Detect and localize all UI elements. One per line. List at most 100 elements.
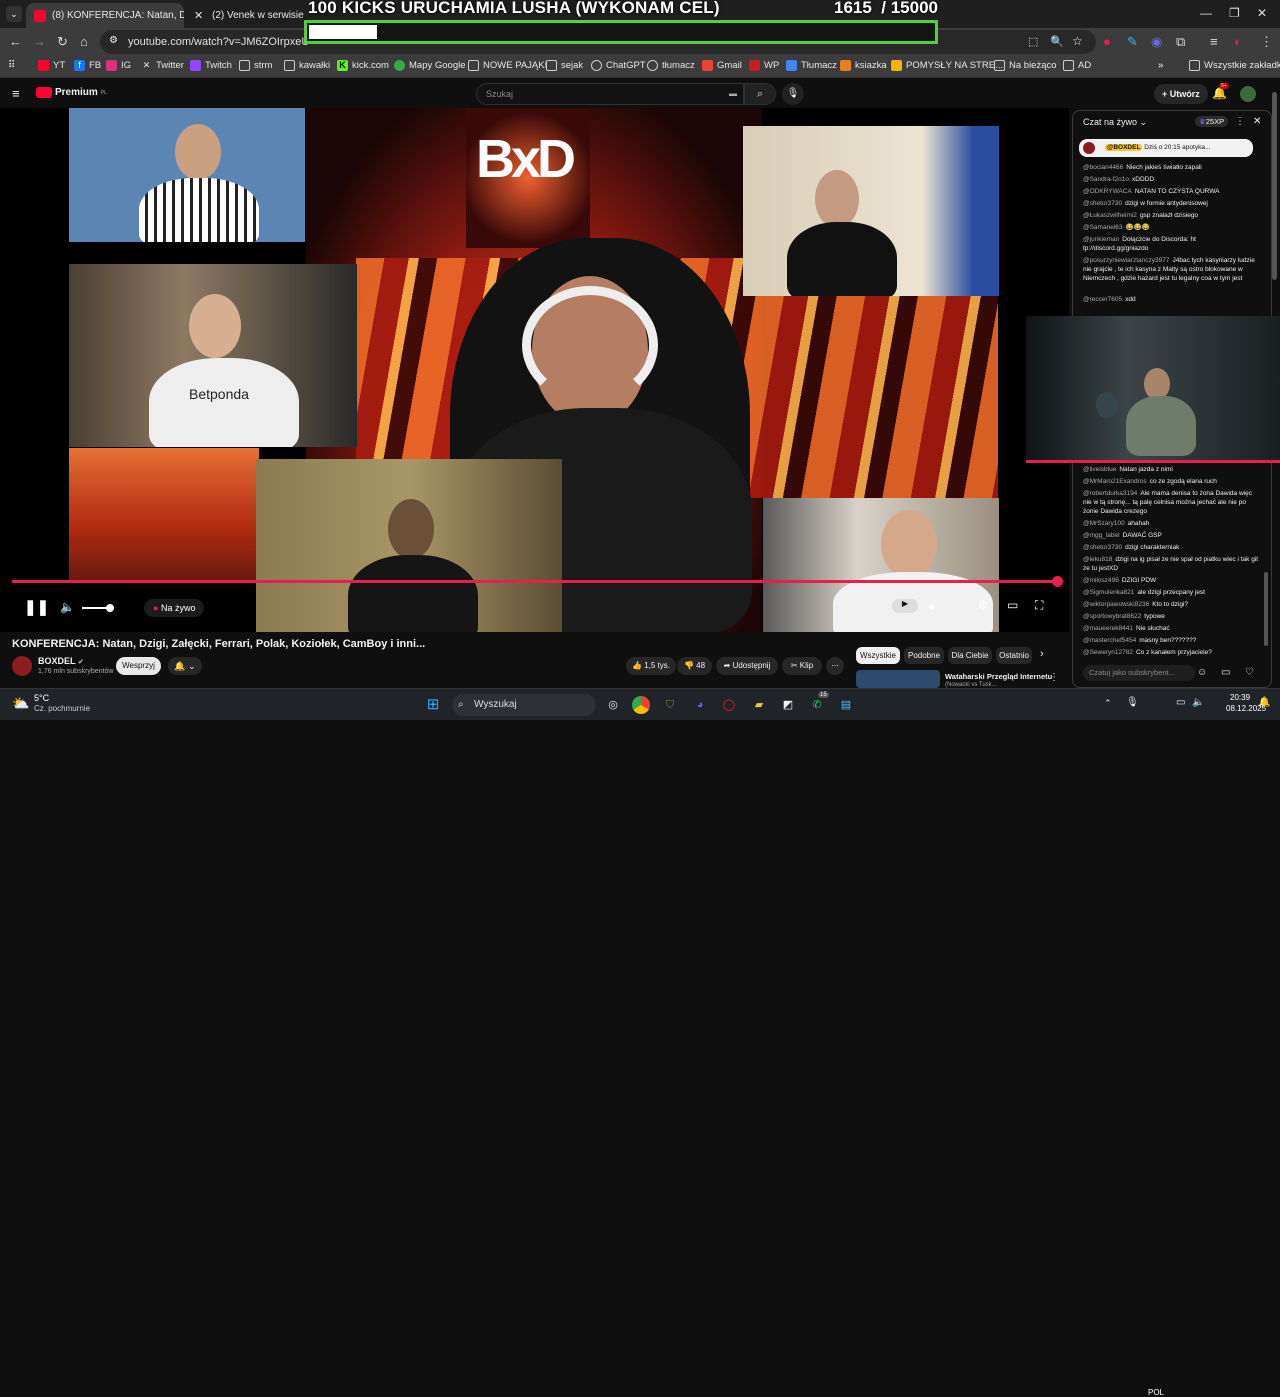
miniplayer-icon[interactable]: ▭ [1007,598,1018,612]
bookmark-star-icon[interactable]: ☆ [1072,34,1083,48]
bookmark-item[interactable]: Mapy Google [394,60,466,71]
bookmark-item[interactable]: IG [106,60,131,71]
close-window-icon[interactable]: ✕ [1257,6,1267,20]
copilot-icon[interactable]: ◎ [604,696,622,714]
forward-icon[interactable]: → [33,35,46,49]
reload-icon[interactable]: ↻ [57,35,68,49]
chat-message[interactable]: @sportowybrat8622 typowe [1083,612,1259,621]
chat-mode-dropdown[interactable]: Czat na żywo ⌄ [1083,117,1147,128]
bookmark-item[interactable]: tłumacz [647,60,695,71]
chat-message[interactable]: @Sigmulenka821 ale dzigi przecpany jest [1083,588,1259,597]
chat-message[interactable]: @reccer7605 xdd [1083,295,1259,304]
volume-icon[interactable]: 🔈 [60,600,75,614]
chat-username[interactable]: @bocian4466 [1083,164,1123,171]
clip-button[interactable]: ✂ Klip [782,657,822,675]
chat-username[interactable]: @shetor3730 [1083,544,1122,551]
recommended-menu-icon[interactable]: ⋮ [1049,672,1059,683]
settings-icon[interactable]: ⚙ [978,598,989,612]
chip-similar[interactable]: Podobne [904,647,944,664]
record-extension-icon[interactable]: ● [1103,35,1111,49]
chat-username[interactable]: @Sandra-f2o1o [1083,176,1129,183]
like-button[interactable]: 👍 1,5 tys. [626,657,676,675]
apps-icon[interactable]: ⠿ [8,60,15,71]
chat-username[interactable]: @junkieman [1083,236,1119,243]
bookmark-item[interactable]: ✕ Twitter [141,60,184,71]
bookmark-item[interactable]: strm [239,60,272,71]
chat-message[interactable]: @wiktorpawowski8236 Kto to dzigi? [1083,600,1259,609]
chat-username[interactable]: @shetor3730 [1083,200,1122,207]
chat-username[interactable]: @maueerek8441 [1083,625,1133,632]
chat-username[interactable]: @leku818 [1083,556,1112,563]
chat-message[interactable]: @shetor3730 dzigi w formie antydenisowej [1083,199,1259,208]
chat-username[interactable]: @miłosz496 [1083,577,1119,584]
chip-recent[interactable]: Ostatnio [996,647,1032,664]
chat-message[interactable]: @Seweryn12782 Co z kanałem przyjaciele? [1083,648,1259,657]
voice-search-button[interactable]: 🎙 [782,83,804,105]
share-button[interactable]: ➦ Udostępnij [716,657,778,675]
chat-username[interactable]: @wiktorpawowski8236 [1083,601,1149,608]
video-player[interactable]: BxD Betponda ❚❚ 🔈 ● Na żywo ▶ ● ⚙ ▭ ⛶ [0,108,1069,632]
whatsapp-icon[interactable]: ✆ [808,696,826,714]
pause-icon[interactable]: ❚❚ [24,598,49,616]
zoom-icon[interactable]: 🔍 [1050,35,1064,48]
xp-badge[interactable]: ♛25XP [1195,116,1229,127]
chat-username[interactable]: @masterchef5454 [1083,637,1136,644]
chat-message[interactable]: @bocian4466 Niech jakieś światło zapali [1083,163,1259,172]
clock-time[interactable]: 20:39 [1230,693,1250,702]
minimize-icon[interactable]: — [1200,6,1212,20]
chat-message[interactable]: @robertdurka3194 Ale mama denisa to żona … [1083,489,1259,516]
tab-search-icon[interactable]: ≡ [1210,35,1218,49]
chat-message[interactable]: @Łukaszwilhelmi2 gsp znalazł dzisiego [1083,211,1259,220]
pinned-message[interactable]: @BOXDEL Dziś o 20:15 apotyka... [1079,139,1253,157]
extension-icon[interactable]: ✎ [1127,35,1138,49]
dislike-button[interactable]: 👎 48 [677,657,712,675]
tray-chevron-icon[interactable]: ⌃ [1104,698,1112,709]
chip-for-you[interactable]: Dla Ciebie [948,647,992,664]
autoplay-toggle-icon[interactable]: ▶ [892,599,918,613]
more-actions-button[interactable]: ⋯ [826,657,844,675]
weather-icon[interactable]: ⛅ [12,695,29,712]
all-bookmarks[interactable]: Wszystkie zakładki [1189,60,1280,71]
chat-username[interactable]: @mgg_label [1083,532,1120,539]
bookmark-item[interactable]: POMYSŁY NA STRE... [891,60,1003,71]
bookmark-item[interactable]: Kkick.com [337,60,389,71]
network-icon[interactable]: ▭ [1176,697,1185,708]
maximize-icon[interactable]: ❐ [1229,6,1240,20]
bookmark-item[interactable]: Gmail [702,60,742,71]
chat-username[interactable]: @posurzyniewiarztanczy3977 [1083,257,1169,264]
chat-username[interactable]: @MrSzary100 [1083,520,1125,527]
bookmark-item[interactable]: NOWE PAJĄKI [468,60,547,71]
chat-username[interactable]: @Łukaszwilhelmi2 [1083,212,1137,219]
bookmark-item[interactable]: WP [749,60,779,71]
chat-username[interactable]: @liveisblue [1083,466,1116,473]
bookmark-item[interactable]: AD [1063,60,1091,71]
super-chat-icon[interactable]: ▭ [1221,667,1230,678]
chat-message[interactable]: @Sandra-f2o1o xDDDD [1083,175,1259,184]
search-input[interactable]: Szukaj ▬ [476,83,744,105]
opera-icon[interactable]: ◯ [720,696,738,714]
chat-message[interactable]: @Samanei63 😂😂😂 [1083,223,1259,232]
bookmark-item[interactable]: ksiazka [840,60,887,71]
chat-close-icon[interactable]: ✕ [1253,116,1261,127]
recommended-title[interactable]: Wataharski Przegląd Internetu [945,672,1052,681]
volume-knob[interactable] [106,604,114,612]
chat-message[interactable]: @maueerek8441 Nie słuchać [1083,624,1259,633]
chat-username[interactable]: @Samanei63 [1083,224,1122,231]
bookmark-item[interactable]: Twitch [190,60,232,71]
chat-message[interactable]: @MrSzary100 ahahah [1083,519,1259,528]
mic-tray-icon[interactable]: 🎙 [1126,697,1139,708]
chips-next-icon[interactable]: › [1040,648,1044,660]
volume-tray-icon[interactable]: 🔈 [1192,697,1204,708]
chat-message[interactable]: @leku818 dzigi na ig pisał ze nie spał od… [1083,555,1259,573]
search-button[interactable]: ⌕ [744,83,776,105]
chat-message[interactable]: @shetor3730 dzigi charakterniak [1083,543,1259,552]
chat-username[interactable]: @reccer7605 [1083,296,1122,303]
install-icon[interactable]: ⬚ [1028,35,1038,48]
home-icon[interactable]: ⌂ [80,35,88,49]
chat-message[interactable]: @ODKRYWACA NATAN TO CZYSTA QURWA [1083,187,1259,196]
bookmark-item[interactable]: kawałki [284,60,330,71]
subscribe-bell-button[interactable]: 🔔 ⌄ [168,657,202,675]
extensions-puzzle-icon[interactable]: ⧉ [1176,35,1185,49]
create-button[interactable]: + Utwórz [1154,84,1208,104]
chat-username[interactable]: @MrMaro21Exandros [1083,478,1147,485]
